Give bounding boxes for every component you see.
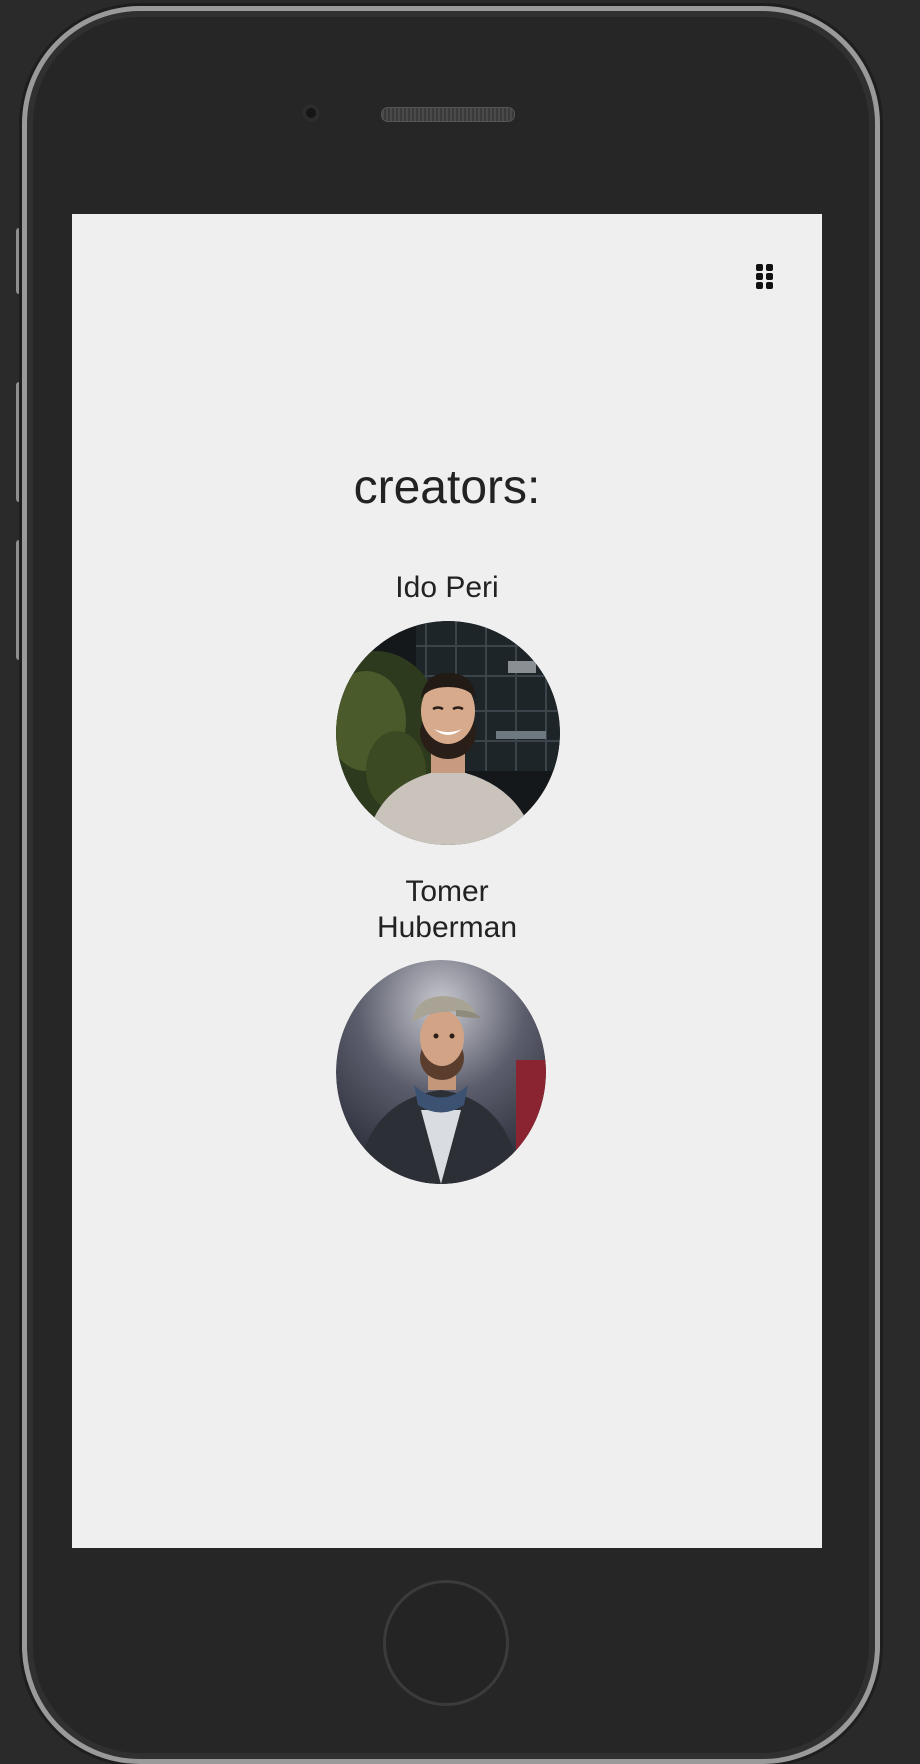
home-button bbox=[383, 1580, 509, 1706]
app-screen: creators: Ido Peri Tomer Huberman bbox=[72, 214, 822, 1548]
creator-avatar bbox=[336, 960, 546, 1184]
creator-photo-icon bbox=[336, 621, 560, 845]
earpiece-speaker bbox=[381, 107, 515, 122]
device-stage: creators: Ido Peri Tomer Huberman bbox=[0, 0, 920, 1764]
front-camera bbox=[302, 104, 320, 122]
creator-name: Tomer Huberman bbox=[72, 874, 822, 946]
creator-name: Ido Peri bbox=[395, 571, 499, 604]
grid-menu-icon[interactable] bbox=[756, 264, 776, 290]
creator-photo-icon bbox=[336, 960, 546, 1184]
page-title: creators: bbox=[353, 461, 541, 514]
creator-name-line: Huberman bbox=[376, 911, 518, 944]
creator-name-line: Tomer bbox=[405, 875, 489, 908]
creator-avatar bbox=[336, 621, 560, 845]
